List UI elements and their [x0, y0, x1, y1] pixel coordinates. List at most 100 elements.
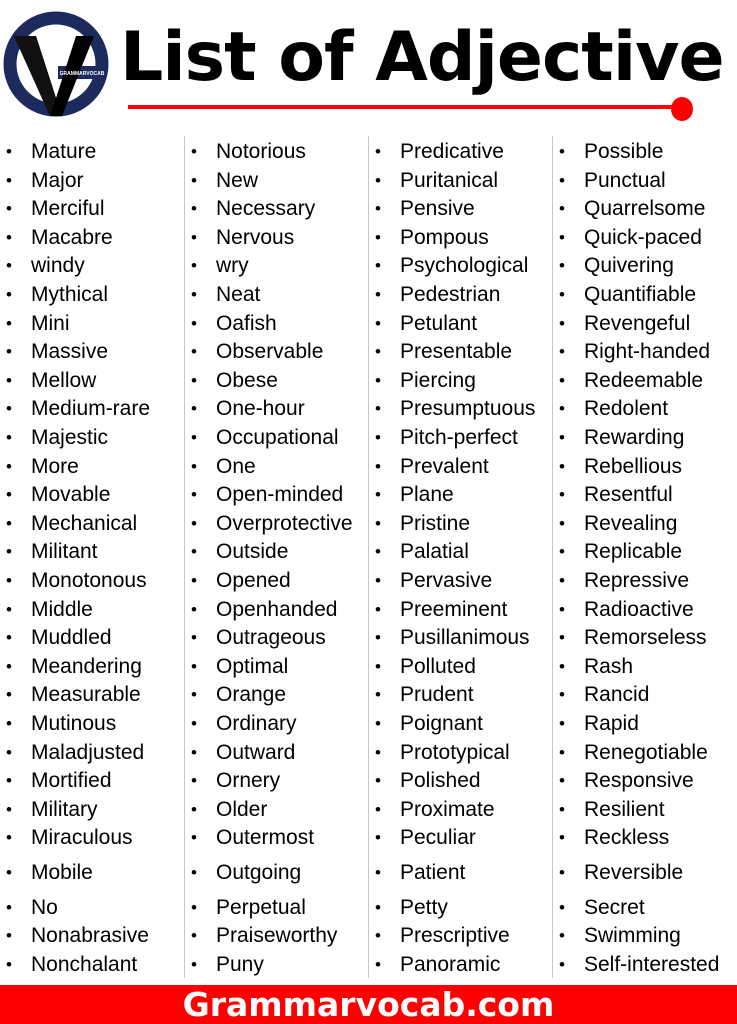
bullet-icon: •	[375, 285, 381, 304]
bullet-icon: •	[375, 897, 381, 917]
bullet-icon: •	[6, 485, 12, 505]
adjective-word: Pristine	[400, 511, 471, 535]
adjective-word: Piercing	[400, 368, 476, 392]
adjective-word: Praiseworthy	[216, 924, 338, 948]
adjective-word: Quantifiable	[584, 283, 697, 306]
adjective-word: Open-minded	[216, 483, 344, 507]
adjective-word: Petulant	[400, 311, 478, 335]
bullet-icon: •	[191, 170, 197, 190]
adjective-word: windy	[31, 254, 85, 278]
bullet-icon: •	[559, 863, 565, 882]
bullet-icon: •	[559, 714, 565, 733]
adjective-word: Nonabrasive	[31, 924, 149, 948]
adjective-word: Outermost	[216, 826, 315, 850]
adjective-word: More	[31, 454, 79, 478]
bullet-icon: •	[375, 370, 381, 390]
adjective-word: Prescriptive	[400, 924, 510, 948]
bullet-icon: •	[375, 456, 381, 476]
adjective-word: Pitch-perfect	[400, 426, 518, 449]
bullet-icon: •	[191, 897, 197, 917]
bullet-icon: •	[559, 370, 565, 390]
bullet-icon: •	[6, 742, 12, 762]
adjective-word: Revengeful	[584, 311, 691, 335]
bullet-icon: •	[559, 828, 565, 848]
adjective-word: Plane	[400, 483, 454, 507]
adjective-word: Nervous	[216, 225, 295, 249]
adjective-word: Overprotective	[216, 511, 353, 535]
bullet-icon: •	[6, 142, 12, 161]
adjective-word: Maladjusted	[31, 740, 145, 764]
bullet-icon: •	[559, 485, 565, 505]
bullet-icon: •	[6, 685, 12, 705]
adjective-word: Measurable	[31, 683, 141, 707]
bullet-icon: •	[191, 227, 197, 247]
bullet-icon: •	[191, 656, 197, 676]
adjective-word: Redolent	[584, 397, 669, 421]
adjective-word: Outside	[216, 540, 289, 564]
adjective-word: Outward	[216, 740, 296, 764]
adjective-word: Monotonous	[31, 569, 147, 592]
adjective-word: Presumptuous	[400, 397, 536, 421]
bullet-icon: •	[191, 399, 197, 419]
adjective-word: Pusillanimous	[400, 626, 530, 650]
adjective-word: Rash	[584, 654, 634, 678]
adjective-word: Observable	[216, 340, 324, 364]
adjective-word: One	[216, 454, 256, 478]
bullet-icon: •	[559, 428, 565, 447]
adjective-word: Pervasive	[400, 569, 493, 592]
bullet-icon: •	[191, 342, 197, 362]
bullet-icon: •	[559, 542, 565, 562]
bullet-icon: •	[559, 897, 565, 917]
bullet-icon: •	[375, 771, 381, 791]
adjective-word: Presentable	[400, 340, 513, 364]
adjective-word: Military	[31, 797, 98, 821]
adjective-word: No	[31, 895, 58, 919]
bullet-icon: •	[191, 926, 197, 946]
adjective-word: Outrageous	[216, 626, 326, 650]
adjective-word: Opened	[216, 569, 291, 592]
bullet-icon: •	[191, 742, 197, 762]
adjective-word: Macabre	[31, 225, 113, 249]
adjective-word: Rapid	[584, 712, 639, 735]
bullet-icon: •	[191, 256, 197, 276]
bullet-icon: •	[375, 828, 381, 848]
adjective-columns: • Mature • Major • Merciful • Macabre • windy • Myt…	[0, 136, 737, 978]
adjective-word: Medium-rare	[31, 397, 151, 421]
adjective-word: Ornery	[216, 769, 281, 793]
bullet-icon: •	[375, 863, 381, 882]
bullet-icon: •	[559, 799, 565, 819]
adjective-column-2: • Notorious • New • Necessary • Nervous • wry • Nea…	[184, 136, 369, 978]
bullet-icon: •	[6, 342, 12, 362]
bullet-icon: •	[375, 199, 381, 219]
adjective-word: One-hour	[216, 397, 305, 421]
adjective-word: Major	[31, 168, 84, 192]
adjective-word: Rebellious	[584, 454, 683, 478]
bullet-icon: •	[375, 799, 381, 819]
bullet-icon: •	[559, 771, 565, 791]
adjective-column-3: • Predicative • Puritanical • Pensive • Pompous…	[368, 136, 553, 978]
bullet-icon: •	[559, 199, 565, 219]
bullet-icon: •	[559, 513, 565, 533]
adjective-word: Polluted	[400, 654, 476, 678]
bullet-icon: •	[191, 485, 197, 505]
bullet-icon: •	[6, 170, 12, 190]
adjective-word: Puritanical	[400, 168, 499, 192]
adjective-word: Prudent	[400, 683, 474, 707]
adjective-word: Revealing	[584, 511, 678, 535]
bullet-icon: •	[191, 714, 197, 733]
adjective-word: Pedestrian	[400, 283, 501, 306]
bullet-icon: •	[375, 571, 381, 590]
adjective-word: Pensive	[400, 197, 475, 221]
bullet-icon: •	[375, 342, 381, 362]
adjective-word: Miraculous	[31, 826, 133, 850]
bullet-icon: •	[375, 954, 381, 974]
adjective-word: Petty	[400, 895, 448, 919]
bullet-icon: •	[559, 742, 565, 762]
adjective-word: Ordinary	[216, 712, 297, 735]
adjective-word: Majestic	[31, 426, 109, 449]
bullet-icon: •	[375, 542, 381, 562]
adjective-word: Mythical	[31, 283, 109, 306]
adjective-word: Puny	[216, 952, 264, 976]
adjective-word: Replicable	[584, 540, 683, 564]
adjective-word: New	[216, 168, 259, 192]
